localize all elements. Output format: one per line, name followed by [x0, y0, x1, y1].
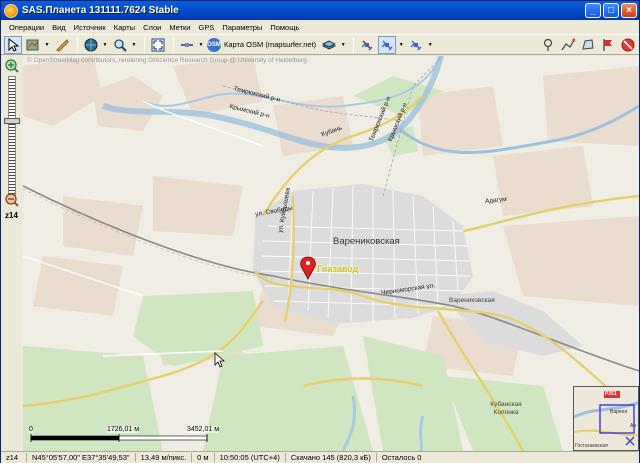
menu-bar: Операции Вид Источник Карты Слои Метки G… [1, 20, 639, 34]
window-title: SAS.Планета 131111.7624 Stable [22, 5, 179, 16]
status-resolution: 13,49 м/пикс. [136, 453, 193, 462]
zoom-panel: z14 [1, 56, 23, 451]
add-polygon-button[interactable] [579, 36, 597, 54]
status-remaining: Осталось 0 [381, 453, 422, 462]
map-view[interactable]: © OpenStreetMap contributors, rendering … [23, 56, 639, 451]
close-button[interactable]: × [621, 3, 637, 18]
select-region-button[interactable] [24, 36, 42, 54]
add-path-button[interactable] [559, 36, 577, 54]
zoom-out-icon[interactable] [1, 192, 23, 208]
status-coordinates: N45°05'57,00" E37°35'49,53" [27, 453, 136, 462]
toolbar-separator [353, 36, 355, 53]
toolbar-separator [77, 36, 78, 53]
fullscreen-icon [151, 38, 165, 51]
title-bar[interactable]: SAS.Планета 131111.7624 Stable _ □ × [1, 1, 639, 20]
zoom-slider-track[interactable] [8, 76, 16, 196]
menu-settings[interactable]: Параметры [218, 23, 266, 32]
map-select-icon [26, 39, 39, 50]
globe-icon [84, 38, 98, 51]
menu-view[interactable]: Вид [48, 23, 70, 32]
minimap-label-2: Гостагаевская [575, 443, 608, 449]
layers-icon [322, 39, 337, 50]
fullscreen-button[interactable] [149, 36, 167, 54]
menu-marks[interactable]: Метки [165, 23, 194, 32]
zoom-in-icon[interactable] [1, 58, 23, 74]
toolbar-separator [173, 36, 174, 53]
gps-center-icon [410, 40, 422, 50]
town-label: Варениковская [333, 236, 400, 247]
gps-satellite-icon [381, 40, 393, 50]
magnifier-icon [114, 38, 127, 52]
gps-track-button[interactable] [378, 35, 397, 54]
village-label: Варениковская [449, 297, 495, 304]
app-window: SAS.Планета 131111.7624 Stable _ □ × Опе… [0, 0, 640, 463]
polygon-icon [582, 38, 594, 50]
status-zoom: z14 [1, 453, 27, 462]
globe-view-button[interactable] [82, 36, 100, 54]
menu-operations[interactable]: Операции [5, 23, 48, 32]
status-altitude: 0 м [192, 453, 215, 462]
zoom-level-label: z14 [5, 211, 18, 220]
gps-off-button[interactable] [358, 36, 376, 54]
status-downloaded: Скачано 145 (820,3 кБ) [286, 453, 377, 462]
zoom-slider-thumb[interactable] [4, 118, 20, 124]
scale-mid-label: 1726,01 м [107, 426, 140, 433]
map-attribution: © OpenStreetMap contributors, rendering … [27, 57, 307, 64]
map-source-label[interactable]: Карта OSM (mapsurfer.net) [224, 40, 316, 49]
add-placemark-button[interactable] [539, 36, 557, 54]
minimap-label-1: Варени [610, 409, 628, 415]
menu-gps[interactable]: GPS [195, 23, 219, 32]
gps-track-dropdown[interactable]: ▼ [398, 36, 404, 54]
maximize-button[interactable]: □ [603, 3, 619, 18]
ruler-icon [56, 38, 69, 52]
globe-view-dropdown[interactable]: ▼ [102, 36, 108, 54]
hide-marks-button[interactable] [619, 36, 637, 54]
minimap-label-3: Ан [630, 423, 637, 429]
minimap[interactable]: P251 Варени Гостагаевская Ан [573, 386, 639, 451]
flag-icon [603, 38, 612, 51]
gps-center-button[interactable] [407, 36, 425, 54]
layers-button[interactable] [320, 36, 338, 54]
map-canvas [23, 56, 639, 451]
zoom-tool-button[interactable] [111, 36, 129, 54]
satellite-layer-dropdown[interactable]: ▼ [198, 36, 204, 54]
no-entry-icon [621, 38, 635, 51]
marks-manager-button[interactable] [599, 36, 617, 54]
satellite-icon [181, 42, 193, 47]
poi-label[interactable]: Гиазавод [317, 264, 358, 274]
status-bar: z14 N45°05'57,00" E37°35'49,53" 13,49 м/… [1, 451, 639, 463]
minimap-road-badge: P251 [605, 391, 617, 397]
main-toolbar: ▼ ▼ ▼ ▼ OSM Карта OSM (mapsurfer.net) ▼ [1, 34, 639, 55]
pin-icon [543, 38, 553, 51]
osm-logo: OSM [207, 37, 221, 52]
kolonka-label: Кубанская Колонка [490, 401, 522, 416]
app-globe-icon [4, 3, 18, 18]
minimize-button[interactable]: _ [585, 3, 601, 18]
status-time: 10:50:05 (UTC+4) [215, 453, 286, 462]
pointer-tool-button[interactable] [4, 35, 22, 54]
layers-dropdown[interactable]: ▼ [340, 36, 346, 54]
scale-zero-label: 0 [29, 426, 33, 433]
menu-layers[interactable]: Слои [139, 23, 165, 32]
zoom-tool-dropdown[interactable]: ▼ [131, 36, 137, 54]
satellite-layer-button[interactable] [178, 36, 196, 54]
gps-satellite-off-icon [361, 39, 373, 50]
gps-center-dropdown[interactable]: ▼ [427, 36, 433, 54]
menu-help[interactable]: Помощь [266, 23, 303, 32]
ruler-tool-button[interactable] [53, 36, 71, 54]
select-region-dropdown[interactable]: ▼ [44, 36, 50, 54]
toolbar-separator [144, 36, 145, 53]
menu-maps[interactable]: Карты [110, 23, 139, 32]
scale-end-label: 3452,01 м [187, 426, 220, 433]
cursor-arrow-icon [8, 37, 19, 52]
path-icon [561, 38, 575, 50]
menu-source[interactable]: Источник [70, 23, 110, 32]
